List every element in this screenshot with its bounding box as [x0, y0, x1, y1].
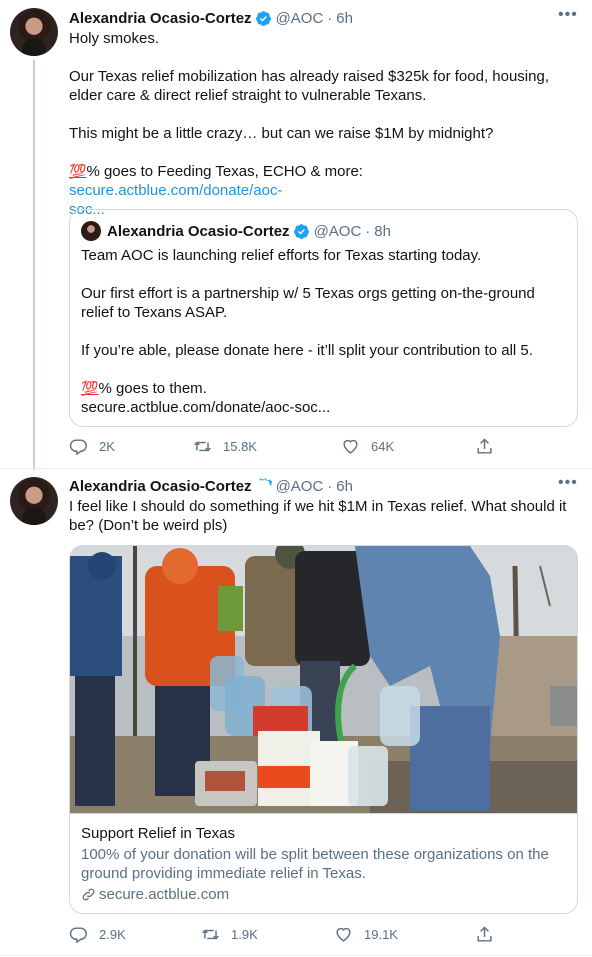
donate-link[interactable]: secure.actblue.com/donate/aoc- [69, 182, 282, 199]
quoted-author-name: Alexandria Ocasio-Cortez [107, 222, 290, 240]
tweet-text-line: This might be a little crazy… but can we… [69, 125, 494, 142]
tweet-1[interactable]: Alexandria Ocasio-Cortez @AOC · 6h ••• H… [0, 0, 592, 470]
avatar[interactable] [10, 8, 58, 56]
hundred-points-emoji: 💯 [81, 380, 99, 396]
bottom-divider [0, 955, 592, 956]
tweet-text-line: be? (Don’t be weird pls) [69, 517, 228, 534]
card-domain: secure.actblue.com [81, 885, 568, 904]
share-button[interactable] [475, 925, 505, 944]
tweet-text-line: I feel like I should do something if we … [69, 498, 567, 515]
retweet-count: 15.8K [223, 439, 257, 454]
quoted-tweet[interactable]: Alexandria Ocasio-Cortez @AOC · 8h Team … [69, 209, 578, 427]
reply-count: 2.9K [99, 927, 126, 942]
card-title: Support Relief in Texas [81, 825, 235, 842]
tweet-actions: 2.9K 1.9K 19.1K [69, 925, 509, 945]
quoted-text-line: Our first effort is a partnership w/ 5 T… [81, 285, 535, 302]
card-description: 100% of your donation will be split betw… [81, 845, 568, 883]
author-handle[interactable]: @AOC [276, 9, 324, 28]
quoted-text: Team AOC is launching relief efforts for… [81, 246, 566, 417]
retweet-count: 1.9K [231, 927, 258, 942]
retweet-button[interactable]: 1.9K [201, 925, 258, 944]
retweet-icon [194, 441, 211, 452]
reply-icon [69, 439, 87, 456]
author-handle[interactable]: @AOC [276, 477, 324, 496]
tweet-text-line: 💯% goes to Feeding Texas, ECHO & more: s… [69, 162, 579, 200]
like-count: 19.1K [364, 927, 398, 942]
verified-badge-icon [259, 477, 272, 489]
retweet-icon [202, 929, 219, 940]
tweet-text-line: elder care & direct relief straight to v… [69, 87, 427, 104]
heart-icon [336, 927, 351, 942]
card-photo-illustration [70, 546, 577, 813]
quoted-text-fragment: % goes to them. [98, 380, 207, 397]
reply-button[interactable]: 2.9K [69, 925, 126, 944]
share-button[interactable] [475, 437, 505, 456]
heart-icon [343, 439, 358, 454]
tweet-time[interactable]: 6h [336, 477, 353, 496]
tweet-text: Holy smokes. Our Texas relief mobilizati… [69, 29, 579, 219]
author-name[interactable]: Alexandria Ocasio-Cortez [69, 9, 252, 28]
link-card[interactable]: Support Relief in Texas 100% of your don… [69, 545, 578, 914]
card-domain-text: secure.actblue.com [99, 886, 230, 903]
quoted-time: 8h [374, 222, 391, 240]
like-count: 64K [371, 439, 395, 454]
separator-dot: · [327, 9, 333, 27]
tweet-actions: 2K 15.8K 64K [69, 437, 509, 457]
verified-badge-icon [255, 10, 271, 26]
like-button[interactable]: 64K [341, 437, 394, 456]
quoted-avatar [81, 221, 101, 241]
author-name[interactable]: Alexandria Ocasio-Cortez [69, 477, 252, 496]
hundred-points-emoji: 💯 [69, 163, 87, 179]
quoted-text-line: Team AOC is launching relief efforts for… [81, 247, 482, 264]
reply-count: 2K [99, 439, 115, 454]
avatar[interactable] [10, 477, 58, 525]
separator-dot: · [327, 477, 333, 495]
card-image[interactable] [70, 546, 577, 813]
tweet-text-line: Holy smokes. [69, 30, 160, 47]
quoted-text-line: If you’re able, please donate here - it’… [81, 342, 533, 359]
card-description-line: 100% of your donation will be split betw… [81, 846, 549, 863]
tweet-header: Alexandria Ocasio-Cortez @AOC · 6h [69, 476, 353, 496]
card-meta[interactable]: Support Relief in Texas 100% of your don… [70, 813, 577, 913]
quoted-text-line: 💯% goes to them. [81, 379, 566, 398]
tweet-time[interactable]: 6h [336, 9, 353, 28]
separator-dot: · [365, 222, 371, 240]
like-button[interactable]: 19.1K [334, 925, 398, 944]
tweet-header: Alexandria Ocasio-Cortez @AOC · 6h [69, 8, 353, 28]
more-horizontal-icon[interactable]: ••• [558, 475, 577, 496]
tweet-text-fragment: % goes to Feeding Texas, ECHO & more: [86, 163, 363, 180]
quoted-link[interactable]: secure.actblue.com/donate/aoc-soc... [81, 398, 566, 417]
reply-button[interactable]: 2K [69, 437, 115, 456]
card-description-line: ground providing immediate relief in Tex… [81, 865, 366, 882]
more-horizontal-icon[interactable]: ••• [558, 7, 577, 28]
share-icon [477, 926, 492, 942]
quoted-handle: @AOC [313, 222, 362, 240]
retweet-button[interactable]: 15.8K [193, 437, 257, 456]
tweet-text-line: Our Texas relief mobilization has alread… [69, 68, 549, 85]
reply-icon [69, 927, 87, 944]
quoted-header: Alexandria Ocasio-Cortez @AOC · 8h [107, 221, 391, 241]
thread-connector-line [33, 60, 35, 470]
quoted-text-line: relief to Texans ASAP. [81, 304, 228, 321]
share-icon [477, 438, 492, 454]
link-icon [82, 888, 95, 901]
verified-badge-icon [293, 223, 309, 239]
tweet-text: I feel like I should do something if we … [69, 497, 579, 535]
